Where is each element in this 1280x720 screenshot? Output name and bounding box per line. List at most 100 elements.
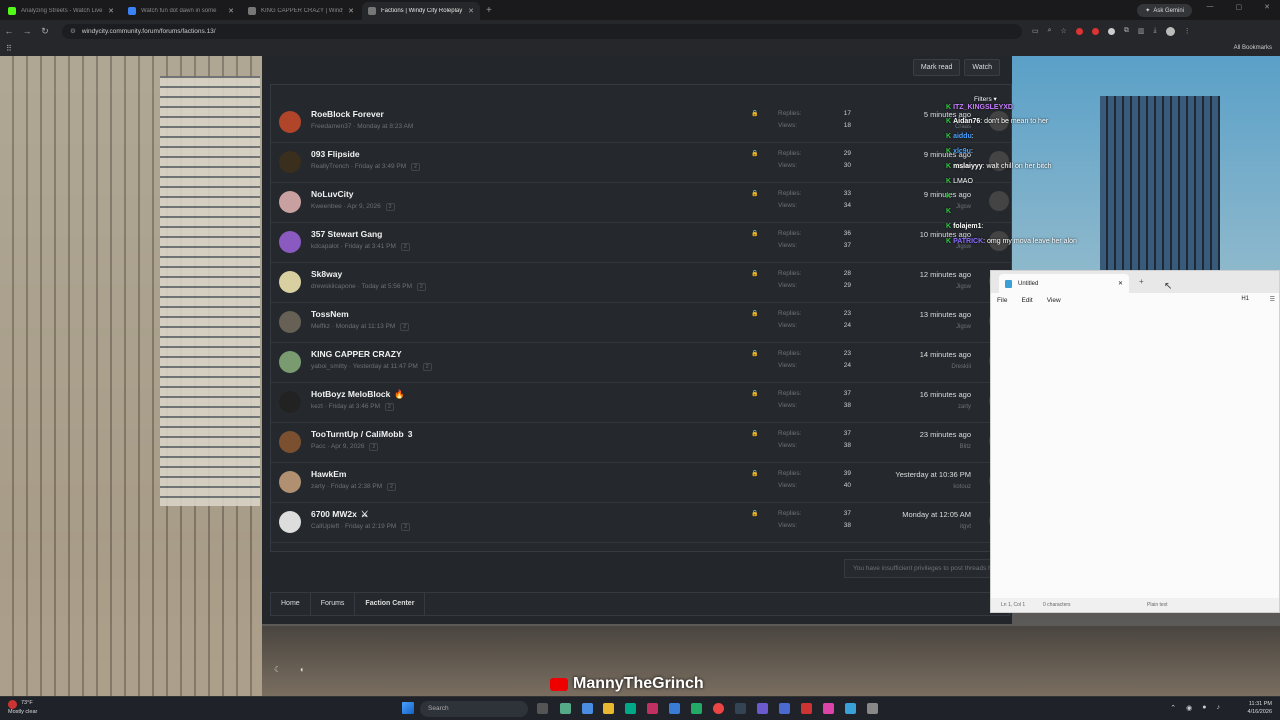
thread-row[interactable]: HawkEm zarty · Friday at 2:38 PM 2 🔒 Replies… (271, 463, 1011, 503)
extensions-puzzle-icon[interactable]: ⧉ (1124, 27, 1129, 35)
thread-page-link[interactable]: 2 (400, 323, 410, 331)
close-window-icon[interactable]: ✕ (1264, 3, 1270, 11)
mic-icon[interactable]: ● (1202, 704, 1206, 712)
extension-grey-icon[interactable] (1107, 27, 1115, 35)
close-tab-icon[interactable]: ✕ (108, 7, 114, 15)
steam-icon[interactable] (735, 703, 746, 714)
last-post-time[interactable]: 14 minutes ago (920, 350, 971, 359)
chat-username[interactable]: aiddu (953, 133, 972, 140)
thread-title[interactable]: RoeBlock Forever (311, 109, 384, 119)
thread-row[interactable]: Sk8way drewskiicapone · Today at 5:56 PM 2… (271, 263, 1011, 303)
last-post-time[interactable]: Yesterday at 10:36 PM (895, 470, 971, 479)
thread-title[interactable]: Sk8way (311, 269, 342, 279)
thread-page-link[interactable]: 2 (400, 243, 410, 251)
avatar[interactable] (279, 471, 301, 493)
chat-username[interactable]: mslaiyyy (953, 163, 983, 170)
thread-page-link[interactable]: 2 (422, 363, 432, 371)
thread-row[interactable]: NoLuvCity Kweenbee · Apr 9, 2026 2 🔒 Replies… (271, 183, 1011, 223)
maximize-icon[interactable]: ▢ (1236, 3, 1243, 11)
browser-tab[interactable]: Analyzing Streets - Watch Live ✕ (2, 2, 120, 20)
extension-red2-icon[interactable] (1091, 27, 1099, 35)
last-poster[interactable]: Blitz (960, 444, 971, 450)
thread-title[interactable]: 093 Flipside (311, 149, 360, 159)
heading-dropdown[interactable]: H1 (1241, 296, 1249, 302)
notepad-new-tab-button[interactable]: + (1139, 277, 1144, 286)
last-poster[interactable]: kotouz (953, 484, 971, 490)
edge-icon[interactable] (625, 703, 636, 714)
chat-username[interactable]: ITZ_KINGSLEYXD (953, 104, 1013, 111)
thread-row[interactable]: TossNem Meffkz · Monday at 11:13 PM 2 🔒 Repl… (271, 303, 1011, 343)
site-info-icon[interactable]: ⚙ (70, 27, 76, 35)
avatar[interactable] (279, 191, 301, 213)
tray-overflow-icon[interactable]: ⌃ (1170, 704, 1176, 712)
close-tab-icon[interactable]: ✕ (348, 7, 354, 15)
thread-page-link[interactable]: 2 (369, 443, 379, 451)
avatar[interactable] (279, 231, 301, 253)
app-icon-1[interactable] (560, 703, 571, 714)
taskview-icon[interactable] (537, 703, 548, 714)
last-poster[interactable]: Jigsw (956, 324, 971, 330)
menu-kebab-icon[interactable]: ⋮ (1184, 27, 1191, 35)
app-icon-5[interactable] (691, 703, 702, 714)
notepad-tab[interactable]: Untitled ✕ (999, 274, 1129, 293)
close-tab-icon[interactable]: ✕ (228, 7, 234, 15)
last-poster[interactable]: Dreskiii (951, 364, 971, 370)
thread-page-link[interactable]: 2 (411, 163, 420, 171)
chat-username[interactable]: PATRICK (953, 238, 983, 245)
extension-red-icon[interactable] (1075, 27, 1083, 35)
app-icon-8[interactable] (801, 703, 812, 714)
browser-tab[interactable]: Factions | Windy City Roleplay ✕ (362, 2, 480, 20)
thread-title[interactable]: NoLuvCity (311, 189, 354, 199)
chat-username[interactable]: folajem1 (953, 223, 981, 230)
download-icon[interactable]: ⤓ (1153, 27, 1156, 35)
back-icon[interactable]: ← (0, 26, 18, 36)
chat-username[interactable]: Aidan76 (953, 118, 980, 125)
thread-row[interactable]: TooTurntUp / CaliMobb 3 Pacc · Apr 9, 2026… (271, 423, 1011, 463)
thread-row[interactable]: 6700 MW2x ⚔ CallUpleft · Friday at 2:19 PM… (271, 503, 1011, 543)
avatar[interactable] (279, 271, 301, 293)
apps-grid-icon[interactable]: ⠿ (6, 44, 12, 53)
sidepanel-icon[interactable]: ▥ (1138, 27, 1145, 35)
settings-icon[interactable] (867, 703, 878, 714)
last-post-time[interactable]: 16 minutes ago (920, 390, 971, 399)
zoom-icon[interactable]: ⌕ (1048, 27, 1052, 35)
app-icon-7[interactable] (779, 703, 790, 714)
weather-widget[interactable]: 73°F Mostly clear (8, 700, 37, 715)
thread-row[interactable]: KING CAPPER CRAZY yaboi_smitty · Yesterda… (271, 343, 1011, 383)
thread-title[interactable]: HawkEm (311, 469, 346, 479)
last-poster[interactable]: Jigsw (956, 284, 971, 290)
all-bookmarks-link[interactable]: All Bookmarks (1234, 45, 1272, 51)
app-icon-2[interactable] (582, 703, 593, 714)
menu-edit[interactable]: Edit (1021, 297, 1032, 304)
taskbar-clock[interactable]: 11:31 PM 4/16/2026 (1248, 700, 1272, 716)
volume-icon[interactable]: ♪ (1217, 704, 1221, 712)
avatar[interactable] (279, 391, 301, 413)
profile-avatar[interactable] (1165, 26, 1175, 36)
avatar[interactable] (279, 151, 301, 173)
network-icon[interactable]: ◉ (1186, 704, 1192, 712)
forward-icon[interactable]: → (18, 26, 36, 36)
start-button[interactable] (402, 702, 414, 714)
minimize-icon[interactable]: — (1207, 3, 1214, 11)
new-tab-button[interactable]: + (486, 2, 492, 20)
avatar[interactable] (279, 351, 301, 373)
chrome-icon[interactable] (713, 703, 724, 714)
app-icon-4[interactable] (669, 703, 680, 714)
chat-filters[interactable]: Filters ▾ (974, 95, 997, 103)
thread-title[interactable]: TossNem (311, 309, 349, 319)
last-poster[interactable]: itgvt (960, 524, 971, 530)
app-icon-9[interactable] (823, 703, 834, 714)
app-icon-6[interactable] (757, 703, 768, 714)
thread-page-link[interactable]: 2 (385, 203, 395, 211)
close-tab-icon[interactable]: ✕ (468, 7, 474, 15)
thread-row[interactable]: HotBoyz MeloBlock 🔥 kezt · Friday at 3:46 … (271, 383, 1011, 423)
breadcrumb-faction-center[interactable]: Faction Center (355, 592, 426, 616)
taskbar-search[interactable]: Search (420, 701, 528, 717)
avatar[interactable] (279, 311, 301, 333)
menu-file[interactable]: File (997, 297, 1007, 304)
close-tab-icon[interactable]: ✕ (1118, 280, 1123, 287)
notepad-text-area[interactable] (991, 307, 1279, 598)
thread-page-link[interactable]: 2 (401, 523, 411, 531)
thread-row[interactable]: 357 Stewart Gang kdcapalot · Friday at 3:… (271, 223, 1011, 263)
last-post-time[interactable]: Monday at 12:05 AM (902, 510, 971, 519)
